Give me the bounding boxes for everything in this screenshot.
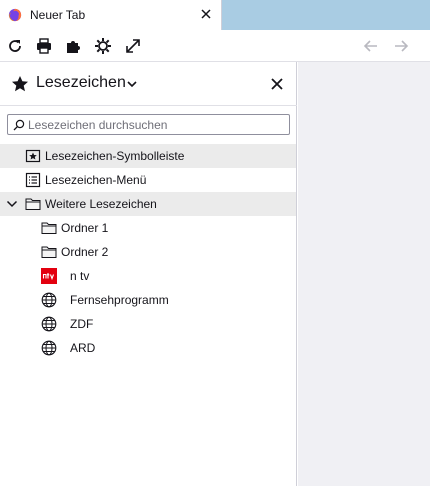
sidebar-title[interactable]: Lesezeichen (36, 74, 126, 92)
bookmarks-sidebar: Lesezeichen Lesezeichen-Symbolleiste (0, 62, 297, 486)
tree-item-label: Fernsehprogramm (70, 293, 169, 307)
extensions-icon[interactable] (64, 37, 82, 55)
bookmarks-toolbar-icon (25, 148, 41, 164)
bookmarks-menu-icon (25, 172, 41, 188)
arrow-left-icon[interactable] (362, 37, 380, 55)
reload-icon[interactable] (6, 37, 24, 55)
sidebar-header: Lesezeichen (0, 62, 297, 106)
tree-item-label: Ordner 1 (61, 221, 109, 235)
search-icon (13, 119, 25, 131)
chevron-down-icon[interactable] (6, 198, 18, 210)
fullscreen-icon[interactable] (124, 37, 142, 55)
bookmark-search-field[interactable] (7, 114, 290, 135)
tree-item-label: ARD (70, 341, 96, 355)
print-icon[interactable] (35, 37, 53, 55)
ntv-favicon (41, 268, 57, 284)
tree-item-folder[interactable]: Ordner 1 (0, 216, 296, 240)
firefox-icon (8, 8, 22, 22)
folder-icon (25, 196, 41, 212)
arrow-right-icon[interactable] (392, 37, 410, 55)
tree-item-label: n tv (70, 269, 90, 283)
search-input[interactable] (28, 116, 286, 133)
page-content-area[interactable] (298, 62, 430, 486)
chevron-down-icon[interactable] (126, 78, 138, 90)
bookmark-tree: Lesezeichen-Symbolleiste Lesezeichen-Men… (0, 144, 296, 360)
tree-item-label: Weitere Lesezeichen (45, 197, 157, 211)
tree-item-label: Lesezeichen-Symbolleiste (45, 149, 185, 163)
tree-item-bookmark[interactable]: ARD (0, 336, 296, 360)
globe-icon (41, 292, 57, 308)
tab-strip: Neuer Tab (0, 0, 430, 30)
folder-icon (41, 220, 57, 236)
folder-icon (41, 244, 57, 260)
tree-item-bookmark[interactable]: Fernsehprogramm (0, 288, 296, 312)
tree-item-folder[interactable]: Ordner 2 (0, 240, 296, 264)
tree-item-other-bookmarks[interactable]: Weitere Lesezeichen (0, 192, 296, 216)
tab-new-tab[interactable]: Neuer Tab (0, 0, 222, 30)
tree-item-label: ZDF (70, 317, 94, 331)
toolbar (0, 30, 430, 62)
close-tab-icon[interactable] (198, 6, 214, 22)
tree-item-label: Ordner 2 (61, 245, 109, 259)
globe-icon (41, 340, 57, 356)
tree-item-bookmark[interactable]: ZDF (0, 312, 296, 336)
tab-title: Neuer Tab (30, 8, 86, 22)
tree-item-bookmarks-menu[interactable]: Lesezeichen-Menü (0, 168, 296, 192)
browser-window: Neuer Tab Lesezeichen Lesezeichen durchs… (0, 0, 430, 486)
globe-icon (41, 316, 57, 332)
close-sidebar-icon[interactable] (269, 76, 285, 92)
tree-item-label: Lesezeichen-Menü (45, 173, 147, 187)
settings-icon[interactable] (94, 37, 112, 55)
tree-item-bookmark[interactable]: n tv (0, 264, 296, 288)
star-icon (10, 74, 30, 94)
tree-item-bookmarks-toolbar[interactable]: Lesezeichen-Symbolleiste (0, 144, 296, 168)
